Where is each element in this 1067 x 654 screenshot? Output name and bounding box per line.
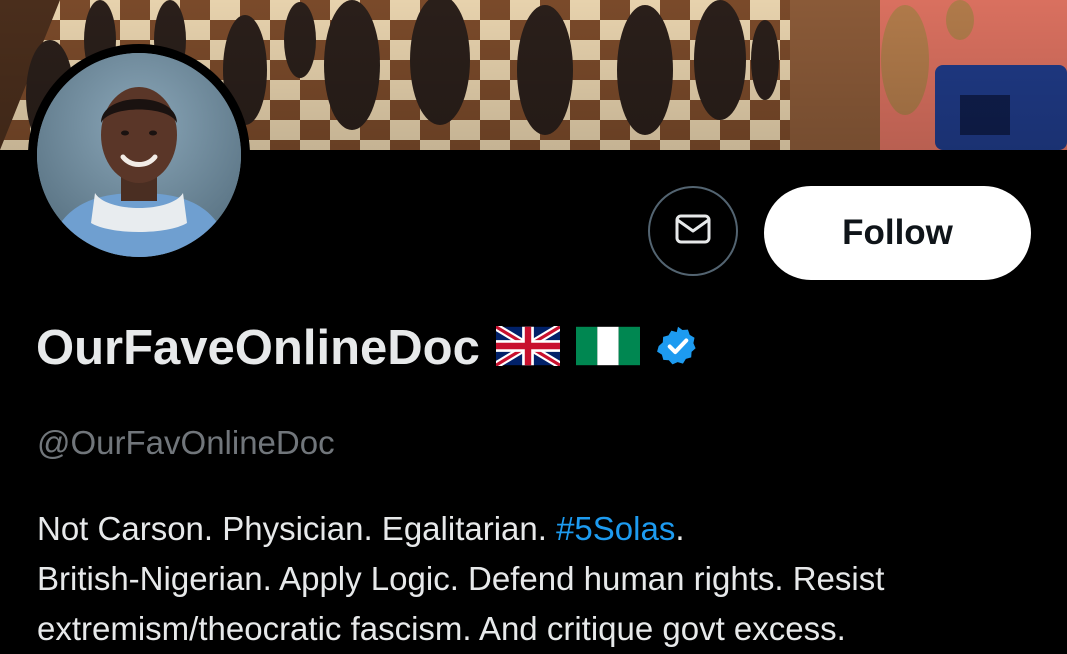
bio-line-1: Not Carson. Physician. Egalitarian. #5So… [37, 504, 1047, 554]
verified-badge-icon[interactable] [656, 324, 700, 373]
profile-photo [37, 53, 241, 257]
bio-text: . [675, 510, 685, 547]
nigeria-flag-icon [575, 326, 640, 371]
profile-bio: Not Carson. Physician. Egalitarian. #5So… [37, 504, 1047, 654]
message-button[interactable] [648, 186, 738, 276]
follow-button[interactable]: Follow [764, 186, 1031, 280]
bio-text: Not Carson. Physician. Egalitarian. [37, 510, 557, 547]
bio-line-3: extremism/theocratic fascism. And critiq… [37, 610, 846, 647]
profile-name-row: OurFaveOnlineDoc [36, 318, 700, 378]
envelope-icon [675, 214, 711, 249]
hashtag-link[interactable]: #5Solas [556, 510, 675, 547]
avatar[interactable] [28, 44, 250, 266]
user-handle: @OurFavOnlineDoc [37, 424, 335, 461]
display-name: OurFaveOnlineDoc [36, 321, 480, 375]
uk-flag-icon [493, 323, 562, 371]
avatar-image [37, 53, 241, 257]
bio-line-2: British-Nigerian. Apply Logic. Defend hu… [37, 560, 885, 597]
